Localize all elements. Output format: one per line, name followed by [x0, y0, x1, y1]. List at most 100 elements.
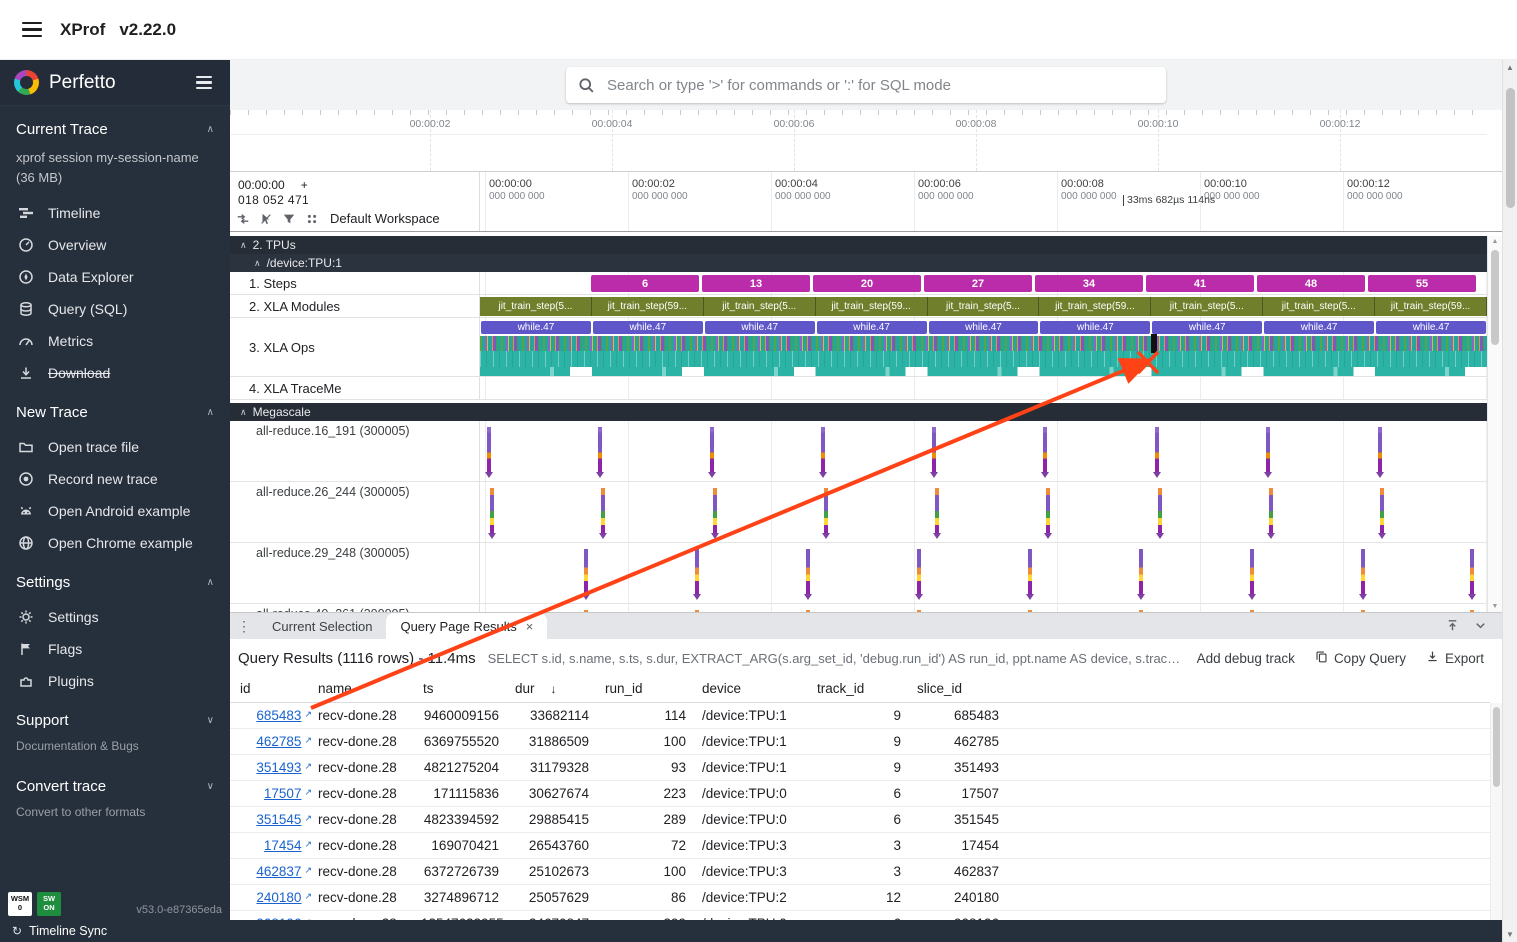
query-result-row[interactable]: 351493↗recv-done.2848212752043117932893/…: [230, 755, 1490, 781]
group-header-tpus[interactable]: ∧ 2. TPUs: [230, 236, 1487, 254]
worksp0ace-icon[interactable]: [305, 212, 319, 226]
megascale-slice[interactable]: [1155, 427, 1159, 473]
section-title-support[interactable]: Support ∨: [0, 701, 230, 739]
xla-op-slice[interactable]: while.47: [1376, 321, 1486, 334]
column-header-slice_id[interactable]: slice_id: [915, 681, 1013, 696]
query-result-row[interactable]: 462837↗recv-done.28637272673925102673100…: [230, 859, 1490, 885]
xla-modules-track-content[interactable]: jit_train_step(5...jit_train_step(59...j…: [480, 295, 1487, 317]
steps-track-content[interactable]: 613202734414855: [480, 272, 1487, 294]
megascale-slice[interactable]: [1361, 549, 1365, 595]
timeline-overview-ruler[interactable]: 00:00:0200:00:0400:00:0600:00:0800:00:10…: [230, 110, 1502, 172]
scroll-down-icon[interactable]: ▼: [1488, 603, 1502, 610]
megascale-slice[interactable]: [710, 427, 714, 473]
megascale-slice[interactable]: [1250, 549, 1254, 595]
sidebar-item-open-trace-file[interactable]: Open trace file: [0, 431, 230, 463]
xla-op-slice[interactable]: while.47: [1152, 321, 1262, 334]
group-header-megascale[interactable]: ∧ Megascale: [230, 403, 1487, 421]
main-scrollbar[interactable]: ▲ ▼: [1502, 60, 1517, 942]
ops-flame-row[interactable]: [480, 336, 1487, 351]
search-box[interactable]: [566, 67, 1166, 103]
tab-current-selection[interactable]: Current Selection: [258, 613, 386, 639]
megascale-slice[interactable]: [935, 488, 939, 534]
step-slice[interactable]: 20: [813, 275, 921, 292]
group-header-device-tpu1[interactable]: ∧ /device:TPU:1: [230, 254, 1487, 272]
xla-op-slice[interactable]: while.47: [929, 321, 1039, 334]
sidebar-item-record-new-trace[interactable]: Record new trace: [0, 463, 230, 495]
expand-panel-icon[interactable]: [1445, 618, 1460, 638]
query-result-row[interactable]: 240180↗recv-done.2832748967122505762986/…: [230, 885, 1490, 911]
step-slice[interactable]: 55: [1368, 275, 1476, 292]
megascale-track-content[interactable]: [480, 543, 1487, 603]
scrollbar-thumb[interactable]: [1491, 250, 1499, 345]
xla-module-slice[interactable]: jit_train_step(5...: [1151, 297, 1263, 316]
column-header-name[interactable]: name: [316, 681, 421, 696]
sidebar-collapse-icon[interactable]: [192, 72, 216, 93]
xla-op-slice[interactable]: while.47: [705, 321, 815, 334]
menu-icon[interactable]: [22, 22, 42, 38]
ops-bottom-row[interactable]: [480, 367, 1487, 376]
column-header-device[interactable]: device: [700, 681, 815, 696]
megascale-slice[interactable]: [917, 549, 921, 595]
xla-op-slice[interactable]: while.47: [593, 321, 703, 334]
section-title-settings[interactable]: Settings ∧: [0, 563, 230, 601]
sidebar-item-open-chrome-example[interactable]: Open Chrome example: [0, 527, 230, 559]
panel-menu-icon[interactable]: ⋮: [230, 618, 258, 635]
megascale-slice[interactable]: [821, 427, 825, 473]
sidebar-item-settings[interactable]: Settings: [0, 601, 230, 633]
megascale-slice[interactable]: [598, 427, 602, 473]
megascale-slice[interactable]: [695, 549, 699, 595]
sidebar-item-overview[interactable]: Overview: [0, 229, 230, 261]
sync-icon[interactable]: ↻: [12, 924, 22, 938]
query-result-row[interactable]: 685483↗recv-done.28946000915633682114114…: [230, 703, 1490, 729]
collapse-panel-icon[interactable]: [1473, 618, 1488, 638]
sidebar-item-flags[interactable]: Flags: [0, 633, 230, 665]
xla-module-slice[interactable]: jit_train_step(5...: [928, 297, 1040, 316]
section-title-new-trace[interactable]: New Trace ∧: [0, 393, 230, 431]
step-slice[interactable]: 13: [702, 275, 810, 292]
megascale-slice[interactable]: [584, 549, 588, 595]
xla-module-slice[interactable]: jit_train_step(59...: [592, 297, 704, 316]
workspace-name[interactable]: Default Workspace: [330, 211, 440, 226]
slice-id-link[interactable]: 17454: [264, 838, 302, 853]
copy-query-button[interactable]: Copy Query: [1311, 648, 1410, 668]
query-result-row[interactable]: 17454↗recv-done.281690704212654376072/de…: [230, 833, 1490, 859]
xla-op-slice[interactable]: while.47: [1040, 321, 1150, 334]
scroll-down-icon[interactable]: ▼: [1503, 930, 1517, 939]
sidebar-item-open-android-example[interactable]: Open Android example: [0, 495, 230, 527]
xla-op-slice[interactable]: while.47: [817, 321, 927, 334]
megascale-slice[interactable]: [1046, 488, 1050, 534]
megascale-slice[interactable]: [601, 488, 605, 534]
slice-id-link[interactable]: 685483: [256, 708, 301, 723]
query-result-row[interactable]: 17507↗recv-done.2817111583630627674223/d…: [230, 781, 1490, 807]
sidebar-item-timeline[interactable]: Timeline: [0, 197, 230, 229]
column-header-track_id[interactable]: track_id: [815, 681, 915, 696]
scrollbar-thumb[interactable]: [1506, 88, 1515, 208]
megascale-slice[interactable]: [1139, 549, 1143, 595]
megascale-slice[interactable]: [1380, 488, 1384, 534]
xla-module-slice[interactable]: jit_train_step(5...: [704, 297, 816, 316]
slice-id-link[interactable]: 351545: [256, 812, 301, 827]
slice-id-link[interactable]: 240180: [256, 890, 301, 905]
query-result-row[interactable]: 908196↗recv-done.28125476229552467084739…: [230, 911, 1490, 920]
sidebar-item-metrics[interactable]: Metrics: [0, 325, 230, 357]
scroll-up-icon[interactable]: ▲: [1503, 63, 1517, 72]
zoom-reset-icon[interactable]: [236, 212, 250, 226]
query-result-row[interactable]: 351545↗recv-done.28482339459229885415289…: [230, 807, 1490, 833]
megascale-track-content[interactable]: [480, 482, 1487, 542]
slice-id-link[interactable]: 17507: [264, 786, 302, 801]
section-title-current-trace[interactable]: Current Trace ∧: [0, 110, 230, 148]
scroll-up-icon[interactable]: ▲: [1488, 238, 1502, 245]
step-slice[interactable]: 27: [924, 275, 1032, 292]
track-scrollbar[interactable]: ▲ ▼: [1487, 236, 1502, 612]
xla-module-slice[interactable]: jit_train_step(59...: [1039, 297, 1151, 316]
xla-module-slice[interactable]: jit_train_step(5...: [480, 297, 592, 316]
step-slice[interactable]: 48: [1257, 275, 1365, 292]
xla-op-slice[interactable]: while.47: [1264, 321, 1374, 334]
sidebar-item-download[interactable]: Download: [0, 357, 230, 389]
xla-module-slice[interactable]: jit_train_step(5...: [1263, 297, 1375, 316]
sidebar-item-data-explorer[interactable]: Data Explorer: [0, 261, 230, 293]
column-header-dur[interactable]: dur↓: [513, 681, 603, 696]
scrollbar-thumb[interactable]: [1493, 707, 1500, 787]
megascale-slice[interactable]: [1028, 549, 1032, 595]
megascale-slice[interactable]: [1043, 427, 1047, 473]
